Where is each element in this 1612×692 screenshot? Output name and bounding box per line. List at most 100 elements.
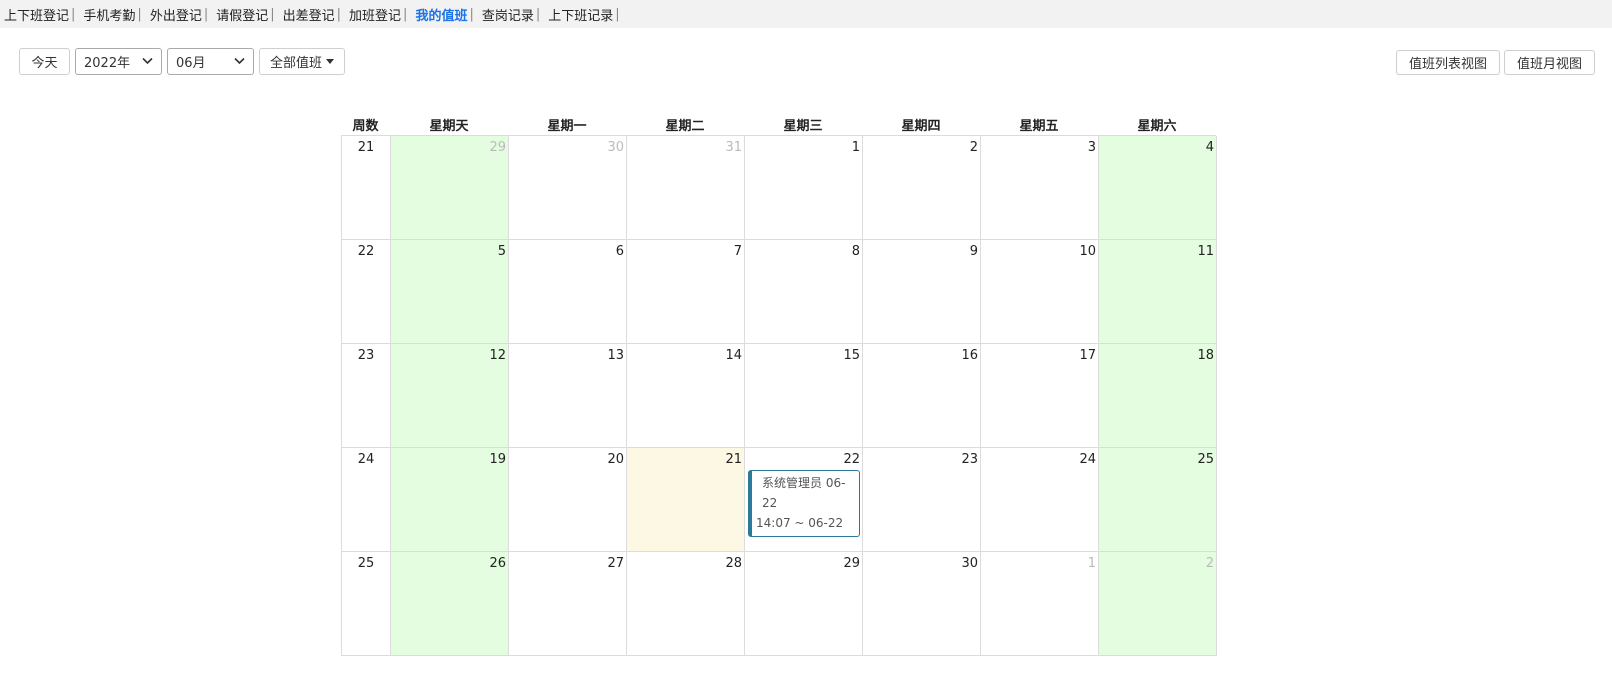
nav-separator: | [203, 6, 209, 22]
day-number: 15 [843, 348, 860, 363]
month-select-value: 06月 [176, 56, 206, 71]
day-cell[interactable]: 6 [509, 240, 627, 344]
nav-item[interactable]: 加班登记 | [345, 5, 411, 24]
day-cell[interactable]: 20 [509, 448, 627, 552]
day-cell[interactable]: 19 [391, 448, 509, 552]
day-cell[interactable]: 24 [981, 448, 1099, 552]
nav-separator: | [535, 6, 541, 22]
day-number: 6 [615, 244, 624, 259]
weekday-header: 星期三 [783, 119, 823, 134]
day-number: 26 [489, 556, 506, 571]
day-cell[interactable]: 16 [863, 344, 981, 448]
day-cell[interactable]: 5 [391, 240, 509, 344]
day-cell[interactable]: 2 [1099, 552, 1217, 656]
day-number: 29 [489, 140, 506, 155]
month-select[interactable]: 06月 [167, 48, 254, 75]
nav-item[interactable]: 请假登记 | [212, 5, 278, 24]
day-cell[interactable]: 7 [627, 240, 745, 344]
day-cell[interactable]: 13 [509, 344, 627, 448]
day-cell[interactable]: 29 [745, 552, 863, 656]
nav-item[interactable]: 手机考勤 | [79, 5, 145, 24]
day-number: 2 [969, 140, 978, 155]
day-cell[interactable]: 9 [863, 240, 981, 344]
nav-separator: | [270, 6, 275, 22]
day-cell[interactable]: 23 [863, 448, 981, 552]
duty-event[interactable]: 系统管理员 06-22 14:07 ~ 06-22 22:07 [748, 470, 860, 537]
nav-separator: | [137, 6, 142, 22]
week-number-header: 周数 [352, 119, 379, 134]
year-select[interactable]: 2022年 [75, 48, 162, 75]
day-cell[interactable]: 14 [627, 344, 745, 448]
day-cell[interactable]: 8 [745, 240, 863, 344]
day-number: 7 [733, 244, 742, 259]
day-number: 5 [497, 244, 506, 259]
day-cell[interactable]: 30 [863, 552, 981, 656]
nav-separator: | [403, 6, 408, 22]
duty-filter-label: 全部值班 [269, 56, 322, 71]
nav-item[interactable]: 查岗记录 | [478, 5, 544, 24]
day-cell[interactable]: 31 [627, 136, 745, 240]
nav-separator: | [469, 6, 474, 22]
day-number: 9 [969, 244, 978, 259]
day-number: 1 [1087, 556, 1096, 571]
day-cell[interactable]: 26 [391, 552, 509, 656]
day-number: 17 [1079, 348, 1096, 363]
month-view-button[interactable]: 值班月视图 [1503, 50, 1595, 75]
day-cell[interactable]: 18 [1099, 344, 1217, 448]
nav-item-label: 查岗记录 [481, 8, 534, 24]
week-number-cell: 25 [342, 552, 391, 656]
nav-item[interactable]: 外出登记 | [146, 5, 212, 24]
day-number: 3 [1087, 140, 1096, 155]
day-cell[interactable]: 1 [745, 136, 863, 240]
week-number-cell: 22 [342, 240, 391, 344]
chevron-down-icon [142, 55, 153, 68]
nav-item-label: 我的值班 [415, 8, 468, 24]
day-cell[interactable]: 12 [391, 344, 509, 448]
day-cell[interactable]: 11 [1099, 240, 1217, 344]
nav-item-label: 外出登记 [149, 8, 202, 24]
duty-event-text: 系统管理员 06-22 [762, 476, 846, 510]
day-cell[interactable]: 10 [981, 240, 1099, 344]
list-view-button[interactable]: 值班列表视图 [1395, 50, 1500, 75]
weekday-header: 星期六 [1137, 119, 1177, 134]
day-cell[interactable]: 28 [627, 552, 745, 656]
day-cell[interactable]: 3 [981, 136, 1099, 240]
day-number: 20 [607, 452, 624, 467]
day-cell-today[interactable]: 21 [627, 448, 745, 552]
view-switcher: 值班列表视图 值班月视图 [1395, 50, 1595, 75]
year-select-value: 2022年 [84, 56, 131, 71]
duty-calendar: 周数 星期天 星期一 星期二 星期三 星期四 星期五 星期六 21 29 30 31 1 2 3 4 22 5 6… [341, 114, 1217, 656]
week-number-cell: 23 [342, 344, 391, 448]
day-cell[interactable]: 25 [1099, 448, 1217, 552]
weekday-header: 星期二 [665, 119, 705, 134]
day-cell[interactable]: 30 [509, 136, 627, 240]
nav-item[interactable]: 出差登记 | [279, 5, 345, 24]
day-number: 25 [1197, 452, 1214, 467]
day-number: 22 [843, 452, 860, 467]
day-cell[interactable]: 4 [1099, 136, 1217, 240]
duty-filter-dropdown[interactable]: 全部值班 [259, 48, 345, 75]
calendar-toolbar: 今天 2022年 06月 全部值班 [19, 48, 345, 75]
day-cell[interactable]: 1 [981, 552, 1099, 656]
day-cell[interactable]: 22 系统管理员 06-22 14:07 ~ 06-22 22:07 [745, 448, 863, 552]
day-number: 31 [725, 140, 742, 155]
day-number: 14 [725, 348, 742, 363]
day-cell[interactable]: 2 [863, 136, 981, 240]
week-number-cell: 21 [342, 136, 391, 240]
day-number: 16 [961, 348, 978, 363]
nav-item-label: 请假登记 [216, 8, 269, 24]
nav-item[interactable]: 上下班登记 | [0, 5, 79, 24]
day-cell[interactable]: 15 [745, 344, 863, 448]
today-button[interactable]: 今天 [19, 48, 70, 75]
nav-item[interactable]: 上下班记录 | [544, 5, 623, 24]
nav-separator: | [336, 6, 342, 22]
weekday-header: 星期五 [1019, 119, 1059, 134]
nav-item-label: 上下班登记 [4, 8, 70, 24]
nav-item[interactable]: 我的值班 | [411, 5, 477, 24]
day-number: 30 [607, 140, 624, 155]
day-cell[interactable]: 29 [391, 136, 509, 240]
day-cell[interactable]: 17 [981, 344, 1099, 448]
day-number: 23 [961, 452, 978, 467]
duty-event-text: 14:07 ~ 06-22 [756, 516, 844, 530]
day-cell[interactable]: 27 [509, 552, 627, 656]
